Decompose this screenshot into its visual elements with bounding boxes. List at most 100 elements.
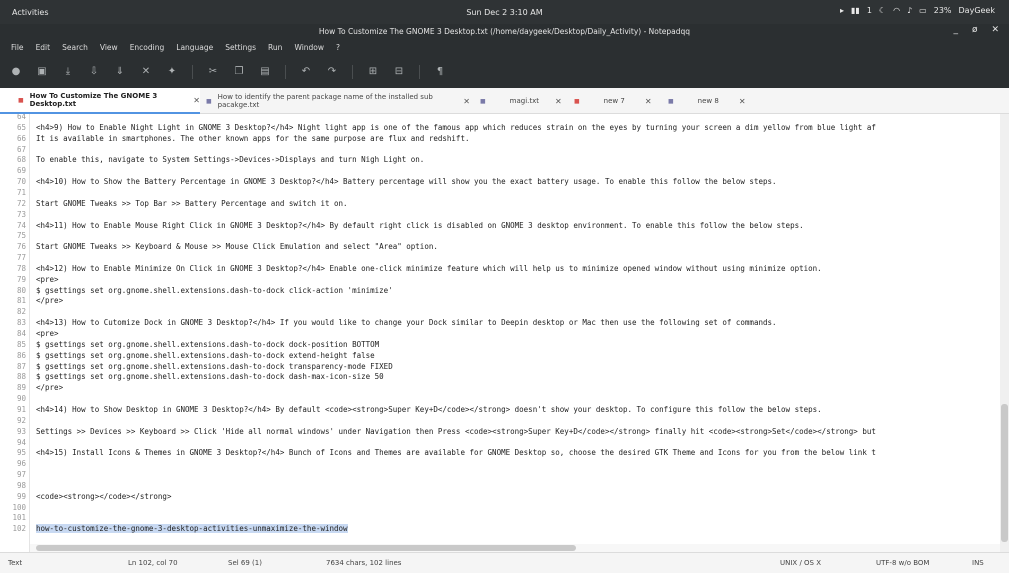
minimize-button[interactable]: _ [953, 25, 958, 35]
menu-run[interactable]: Run [268, 43, 282, 52]
file-icon: ■ [668, 97, 674, 105]
line-number: 101 [12, 513, 26, 523]
save-icon[interactable]: ⤓ [62, 67, 74, 77]
status-language[interactable]: Text [8, 559, 22, 567]
line-number: 68 [16, 155, 26, 165]
vertical-scroll-thumb[interactable] [1001, 404, 1008, 542]
battery-icon: ▭ [919, 6, 927, 15]
volume-icon: ♪ [907, 6, 913, 15]
code-line[interactable]: $ gsettings set org.gnome.shell.extensio… [36, 362, 393, 371]
code-line[interactable]: <h4>10) How to Show the Battery Percenta… [36, 177, 777, 186]
menu-view[interactable]: View [100, 43, 118, 52]
code-line[interactable]: <h4>9) How to Enable Night Light in GNOM… [36, 123, 876, 132]
code-line[interactable]: <code><strong></code></strong> [36, 492, 171, 501]
menu-settings[interactable]: Settings [225, 43, 256, 52]
night-light-icon: ☾ [878, 6, 887, 15]
tab-close-icon[interactable]: ✕ [645, 97, 652, 106]
open-file-icon[interactable]: ▣ [36, 67, 48, 77]
tab-close-icon[interactable]: ✕ [739, 97, 746, 106]
horizontal-scroll-thumb[interactable] [36, 545, 576, 551]
code-line[interactable]: $ gsettings set org.gnome.shell.extensio… [36, 286, 393, 295]
close-file-icon[interactable]: ✕ [140, 67, 152, 77]
menu-edit[interactable]: Edit [36, 43, 51, 52]
tab-new-7[interactable]: ■ new 7 ✕ [570, 88, 662, 114]
vertical-scrollbar[interactable] [1000, 114, 1009, 552]
menu-search[interactable]: Search [62, 43, 88, 52]
code-line[interactable]: Start GNOME Tweaks >> Keyboard & Mouse >… [36, 242, 438, 251]
tab-new-8[interactable]: ■ new 8 ✕ [664, 88, 754, 114]
print-icon[interactable]: ✦ [166, 67, 178, 77]
gnome-top-bar: Activities Sun Dec 2 3:10 AM ▸ ▮▮ 1 ☾ ◠ … [0, 0, 1009, 24]
toolbar: ● ▣ ⤓ ⇩ ⇓ ✕ ✦ ✂ ❐ ▤ ↶ ↷ ⊞ ⊟ ¶ [0, 56, 1009, 88]
word-wrap-icon[interactable]: ¶ [434, 67, 446, 77]
code-line[interactable]: <h4>11) How to Enable Mouse Right Click … [36, 221, 804, 230]
menu-encoding[interactable]: Encoding [130, 43, 165, 52]
code-line[interactable]: $ gsettings set org.gnome.shell.extensio… [36, 372, 384, 381]
file-icon: ■ [574, 97, 580, 105]
line-number: 93 [16, 426, 26, 436]
code-line[interactable]: <h4>13) How to Cutomize Dock in GNOME 3 … [36, 318, 777, 327]
line-number: 65 [16, 122, 26, 132]
menu-language[interactable]: Language [176, 43, 213, 52]
code-line[interactable]: </pre> [36, 383, 63, 392]
code-line[interactable]: To enable this, navigate to System Setti… [36, 155, 424, 164]
tab-close-icon[interactable]: ✕ [555, 97, 562, 106]
tab-label: How to identify the parent package name … [217, 93, 433, 109]
menu-window[interactable]: Window [294, 43, 324, 52]
cut-icon[interactable]: ✂ [207, 67, 219, 77]
code-line[interactable]: It is available in smartphones. The othe… [36, 134, 469, 143]
wifi-icon: ◠ [893, 6, 901, 15]
code-line[interactable]: Start GNOME Tweaks >> Top Bar >> Battery… [36, 199, 348, 208]
paste-icon[interactable]: ▤ [259, 67, 271, 77]
tab-magi[interactable]: ■ magi.txt ✕ [476, 88, 566, 114]
line-number: 70 [16, 177, 26, 187]
tab-label: new 7 [603, 97, 625, 105]
copy-icon[interactable]: ❐ [233, 67, 245, 77]
close-window-button[interactable]: ✕ [991, 25, 999, 35]
code-line[interactable]: <pre> [36, 329, 59, 338]
undo-icon[interactable]: ↶ [300, 67, 312, 77]
tab-close-icon[interactable]: ✕ [193, 96, 200, 105]
system-tray[interactable]: ▸ ▮▮ 1 ☾ ◠ ♪ ▭ 23% DayGeek [840, 6, 995, 15]
line-number: 72 [16, 198, 26, 208]
line-number: 75 [16, 231, 26, 241]
line-number: 81 [16, 296, 26, 306]
input-method-icon[interactable]: ▸ [840, 6, 844, 15]
line-number: 102 [12, 524, 26, 534]
code-line[interactable]: $ gsettings set org.gnome.shell.extensio… [36, 340, 379, 349]
code-line[interactable]: <h4>12) How to Enable Minimize On Click … [36, 264, 822, 273]
workspace-icon[interactable]: ▮▮ [851, 6, 860, 15]
status-mode: INS [972, 559, 984, 567]
tab-parent-package[interactable]: ■ How to identify the parent package nam… [202, 88, 470, 114]
code-line[interactable]: </pre> [36, 296, 63, 305]
line-number: 85 [16, 339, 26, 349]
menu-file[interactable]: File [11, 43, 24, 52]
save-as-icon[interactable]: ⇓ [114, 67, 126, 77]
redo-icon[interactable]: ↷ [326, 67, 338, 77]
code-line[interactable]: <h4>15) Install Icons & Themes in GNOME … [36, 448, 876, 457]
maximize-button[interactable]: ø [972, 25, 978, 35]
tab-how-to-customize[interactable]: ■ How To Customize The GNOME 3 Desktop.t… [0, 88, 200, 114]
save-all-icon[interactable]: ⇩ [88, 67, 100, 77]
code-line[interactable]: Settings >> Devices >> Keyboard >> Click… [36, 427, 876, 436]
horizontal-scrollbar[interactable] [30, 544, 1000, 552]
tab-close-icon[interactable]: ✕ [463, 97, 470, 106]
line-number: 88 [16, 372, 26, 382]
zoom-out-icon[interactable]: ⊟ [393, 67, 405, 77]
zoom-in-icon[interactable]: ⊞ [367, 67, 379, 77]
line-number: 66 [16, 133, 26, 143]
status-eol[interactable]: UNIX / OS X [780, 559, 821, 567]
line-number: 77 [16, 253, 26, 263]
line-number: 98 [16, 480, 26, 490]
new-file-icon[interactable]: ● [10, 67, 22, 77]
code-line[interactable]: $ gsettings set org.gnome.shell.extensio… [36, 351, 375, 360]
user-menu[interactable]: DayGeek [959, 6, 995, 15]
tab-label: new 8 [697, 97, 719, 105]
text-editor[interactable]: 64 65 66 67 68 69 70 71 72 73 74 75 76 77 78 79 80 81 82 83… [0, 114, 1009, 552]
selected-text-line[interactable]: how-to-customize-the-gnome-3-desktop-act… [36, 524, 348, 534]
code-line[interactable]: <h4>14) How to Show Desktop in GNOME 3 D… [36, 405, 822, 414]
status-encoding[interactable]: UTF-8 w/o BOM [876, 559, 929, 567]
menu-help[interactable]: ? [336, 43, 340, 52]
code-line[interactable]: <pre> [36, 275, 59, 284]
file-icon: ■ [206, 97, 212, 105]
